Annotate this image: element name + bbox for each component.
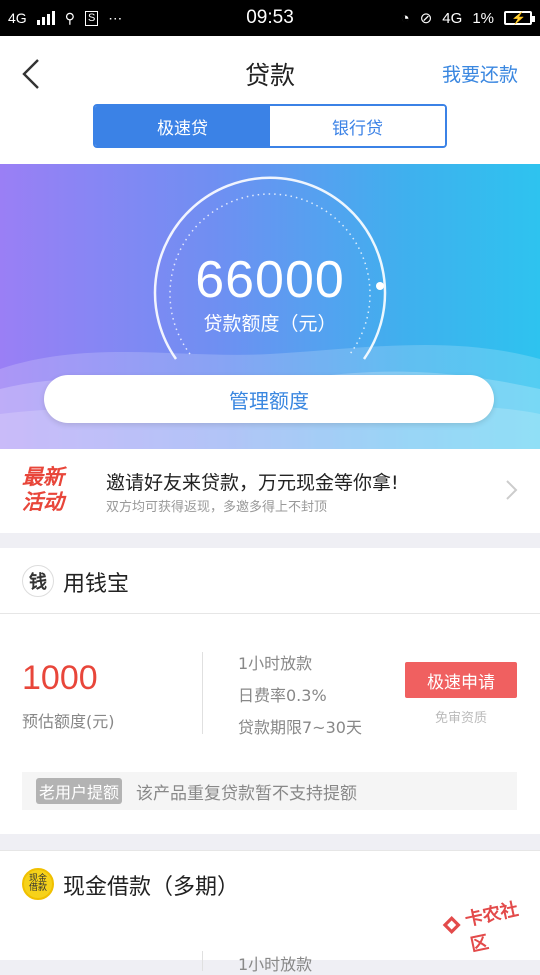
status-bar: 4G ⚲ S ⋯ 09:53 ◔ ⊘ 4G 1% ⚡ — [0, 0, 540, 36]
estimate-label: 预估额度(元) — [22, 712, 115, 731]
divider — [202, 951, 203, 971]
battery-percent: 1% — [472, 9, 494, 27]
note-text: 该产品重复贷款暂不支持提额 — [136, 783, 358, 804]
manage-limit-button[interactable]: 管理额度 — [44, 375, 494, 423]
watermark-logo-icon — [442, 916, 461, 934]
product-header[interactable]: 钱 用钱宝 — [0, 548, 540, 614]
product-body: 1000 预估额度(元) 1小时放款 日费率0.3% 贷款期限7~30天 极速申… — [0, 614, 540, 834]
product-logo: 钱 — [22, 565, 54, 597]
promo-title: 邀请好友来贷款，万元现金等你拿! — [106, 472, 399, 494]
chevron-right-icon — [506, 480, 518, 500]
tab-bank-loan[interactable]: 银行贷 — [270, 106, 445, 146]
info-payout: 1小时放款 — [238, 654, 313, 673]
promo-badge: 最新活动 — [22, 465, 64, 514]
estimate-amount: 1000 — [22, 659, 98, 697]
product-logo: 现金借款 — [22, 868, 54, 900]
product-name: 现金借款（多期） — [63, 875, 240, 900]
credit-amount-label: 贷款额度（元） — [203, 313, 337, 335]
promo-banner[interactable]: 最新活动 邀请好友来贷款，万元现金等你拿! 双方均可获得返现，多邀多得上不封顶 — [0, 449, 540, 533]
exempt-label: 免审资质 — [434, 711, 487, 726]
product-name: 用钱宝 — [63, 572, 130, 597]
upgrade-note: 老用户提额 该产品重复贷款暂不支持提额 — [22, 772, 517, 810]
network-right-label: 4G — [442, 9, 463, 27]
alarm-icon: ◔ — [400, 9, 410, 27]
info-term: 贷款期限7~30天 — [238, 718, 362, 737]
watermark: 卡农社区 — [440, 899, 532, 956]
info-payout: 1小时放款 — [238, 955, 313, 974]
repay-link[interactable]: 我要还款 — [442, 60, 518, 87]
header: 贷款 我要还款 极速贷 银行贷 — [0, 36, 540, 164]
apply-button[interactable]: 极速申请 — [405, 662, 517, 698]
battery-icon: ⚡ — [504, 11, 535, 25]
product-card: 现金借款 现金借款（多期） 1小时放款 — [0, 850, 540, 974]
promo-subtitle: 双方均可获得返现，多邀多得上不封顶 — [106, 500, 328, 515]
credit-amount: 66000 — [195, 251, 345, 309]
info-daily-rate: 日费率0.3% — [238, 686, 327, 705]
note-tag: 老用户提额 — [36, 778, 123, 804]
status-right: ◔ ⊘ 4G 1% ⚡ — [400, 0, 535, 36]
credit-hero: 66000 贷款额度（元） 管理额度 — [0, 164, 540, 449]
mute-icon: ⊘ — [419, 10, 433, 27]
product-card: 钱 用钱宝 1000 预估额度(元) 1小时放款 日费率0.3% 贷款期限7~3… — [0, 548, 540, 834]
tab-express-loan[interactable]: 极速贷 — [95, 106, 270, 146]
divider — [202, 652, 203, 734]
loan-type-tabs: 极速贷 银行贷 — [93, 104, 447, 148]
